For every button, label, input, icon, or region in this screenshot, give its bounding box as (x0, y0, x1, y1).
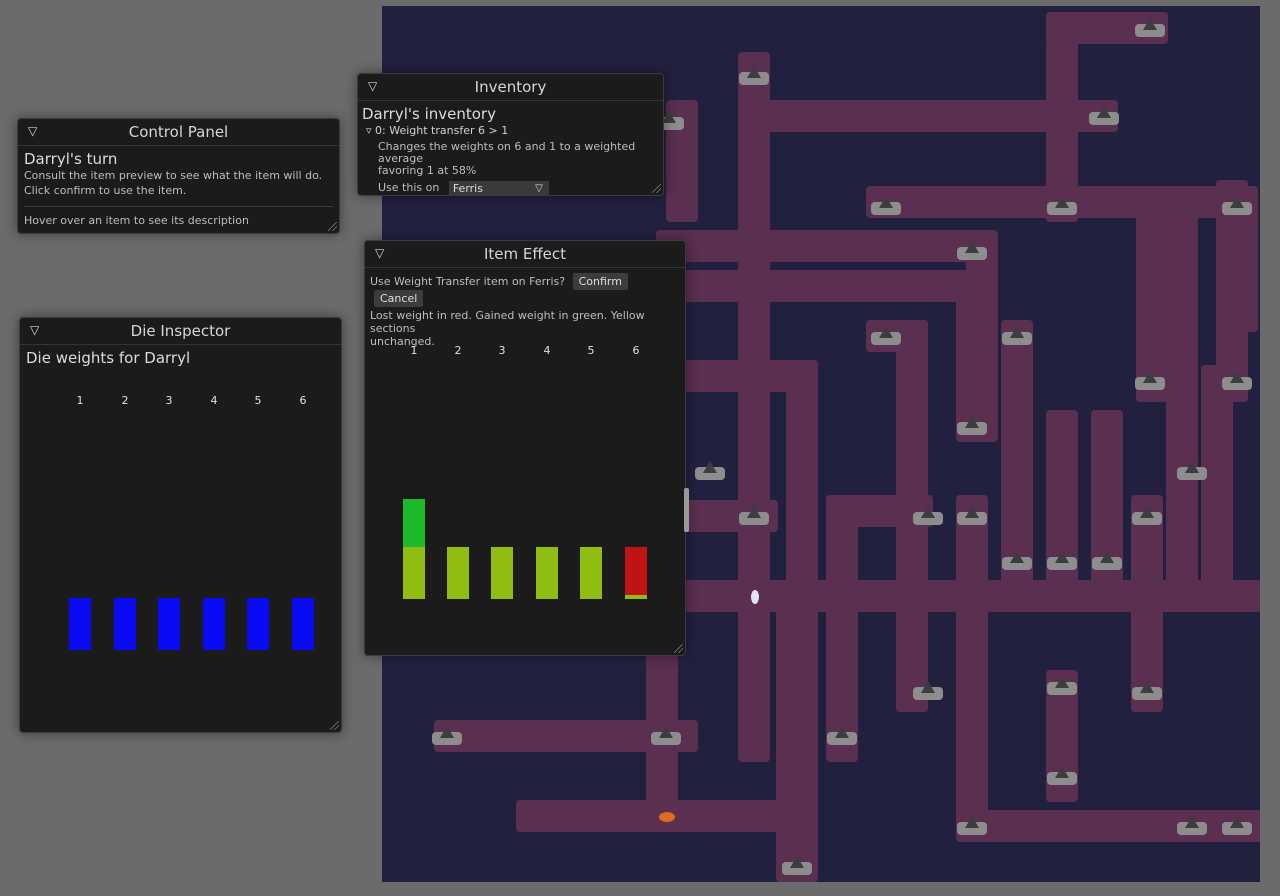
target-select-value: Ferris (452, 181, 483, 195)
effect-bar-unchanged-1 (403, 547, 425, 599)
maze-corridor (656, 230, 998, 262)
expand-triangle-icon[interactable]: ▿ (366, 124, 372, 137)
maze-corridor (1201, 365, 1233, 612)
maze-corridor (956, 495, 988, 842)
control-panel-window: ▽ Control Panel Darryl's turn Consult th… (17, 118, 340, 234)
inventory-window: ▽ Inventory Darryl's inventory ▿ 0: Weig… (357, 73, 664, 196)
hover-hint: Hover over an item to see its descriptio… (24, 214, 249, 227)
effect-bar-unchanged-4 (536, 547, 558, 599)
die-weights-chart: 1 2 3 4 5 6 (20, 318, 341, 732)
effect-bar-gained-1 (403, 499, 425, 547)
die-weight-bar-1 (69, 598, 91, 650)
item-effect-chart: 1 2 3 4 5 6 (365, 241, 685, 655)
effect-face-label-1: 1 (410, 344, 418, 357)
effect-bar-unchanged-3 (491, 547, 513, 599)
effect-face-label-5: 5 (587, 344, 595, 357)
maze-corridor (656, 270, 988, 302)
effect-bar-unchanged-5 (580, 547, 602, 599)
effect-bar-unchanged-6 (625, 594, 647, 599)
item-description-2: favoring 1 at 58% (378, 164, 477, 177)
scrollbar-handle[interactable] (684, 488, 689, 532)
chevron-down-icon: ▽ (535, 182, 543, 194)
maze-corridor (1136, 186, 1168, 402)
effect-face-label-4: 4 (543, 344, 551, 357)
maze-corridor (1166, 186, 1198, 592)
die-face-label-2: 2 (121, 394, 129, 407)
inventory-title: Inventory (474, 78, 547, 96)
effect-face-label-3: 3 (498, 344, 506, 357)
die-face-label-6: 6 (299, 394, 307, 407)
die-weight-bar-2 (114, 598, 136, 650)
item-effect-window: ▽ Item Effect Use Weight Transfer item o… (364, 240, 686, 656)
die-weight-bar-6 (292, 598, 314, 650)
effect-face-label-6: 6 (632, 344, 640, 357)
item-description-1: Changes the weights on 6 and 1 to a weig… (378, 140, 636, 165)
divider (24, 206, 333, 207)
die-face-label-4: 4 (210, 394, 218, 407)
maze-corridor (656, 580, 1260, 612)
maze-corridor (956, 810, 1260, 842)
inventory-item-header[interactable]: ▿ 0: Weight transfer 6 > 1 (362, 123, 659, 138)
maze-corridor (826, 495, 858, 762)
die-face-label-3: 3 (165, 394, 173, 407)
effect-bar-unchanged-2 (447, 547, 469, 599)
crab-player-icon[interactable] (659, 812, 675, 822)
maze-corridor (776, 580, 808, 882)
maze-corridor (738, 500, 770, 762)
stone-tile (695, 461, 725, 480)
resize-grip-icon[interactable] (652, 184, 661, 193)
use-on-label: Use this on (378, 181, 440, 194)
resize-grip-icon[interactable] (330, 721, 339, 730)
inventory-heading: Darryl's inventory (362, 105, 496, 123)
die-inspector-window: ▽ Die Inspector Die weights for Darryl 1… (19, 317, 342, 733)
ghost-player-icon[interactable] (751, 590, 759, 604)
die-face-label-1: 1 (76, 394, 84, 407)
die-weight-bar-4 (203, 598, 225, 650)
item-title: 0: Weight transfer 6 > 1 (375, 124, 509, 137)
control-panel-title: Control Panel (128, 123, 229, 141)
maze-corridor (1001, 320, 1033, 582)
die-weight-bar-3 (158, 598, 180, 650)
instruction-line-1: Consult the item preview to see what the… (24, 169, 323, 182)
resize-grip-icon[interactable] (674, 644, 683, 653)
effect-bar-lost-6 (625, 547, 647, 595)
inventory-titlebar[interactable]: ▽ Inventory (358, 74, 663, 101)
effect-face-label-2: 2 (454, 344, 462, 357)
resize-grip-icon[interactable] (328, 222, 337, 231)
die-face-label-5: 5 (254, 394, 262, 407)
control-panel-titlebar[interactable]: ▽ Control Panel (18, 119, 339, 146)
target-select[interactable]: Ferris ▽ (448, 180, 549, 196)
instruction-line-2: Click confirm to use the item. (24, 184, 187, 197)
turn-label: Darryl's turn (24, 150, 118, 168)
die-weight-bar-5 (247, 598, 269, 650)
